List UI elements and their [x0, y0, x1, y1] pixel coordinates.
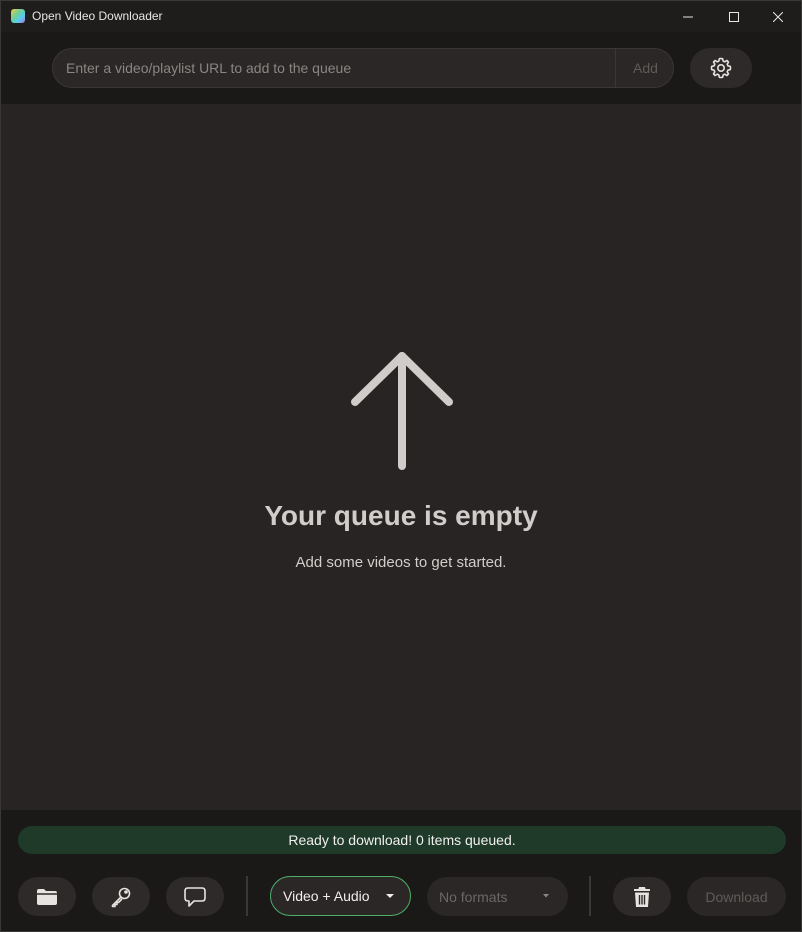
chevron-down-icon: [386, 894, 394, 898]
toolbar-divider: [246, 876, 248, 916]
status-message: Ready to download! 0 items queued.: [288, 832, 516, 848]
close-icon: [773, 11, 783, 22]
maximize-button[interactable]: [711, 1, 757, 32]
status-bar: Ready to download! 0 items queued.: [18, 826, 786, 854]
minimize-button[interactable]: [665, 1, 711, 32]
format-select[interactable]: Video + Audio: [270, 876, 411, 916]
app-window: Open Video Downloader Add Your queue: [0, 0, 802, 932]
url-input-group: Add: [52, 48, 674, 88]
quality-select-value: No formats: [439, 888, 508, 905]
empty-queue-title: Your queue is empty: [264, 500, 538, 531]
title-bar: Open Video Downloader: [1, 1, 801, 32]
toolbar-divider: [589, 876, 591, 916]
open-folder-button[interactable]: [18, 877, 76, 916]
maximize-icon: [729, 11, 739, 22]
arrow-up-icon: [351, 352, 453, 470]
feedback-button[interactable]: [166, 877, 224, 916]
key-icon: [111, 887, 131, 907]
url-toolbar: Add: [1, 32, 801, 104]
format-select-value: Video + Audio: [283, 888, 370, 904]
add-button[interactable]: Add: [615, 49, 673, 87]
chevron-down-icon: [543, 894, 549, 898]
empty-queue-subtitle: Add some videos to get started.: [295, 554, 507, 571]
clear-queue-button[interactable]: [613, 877, 671, 916]
close-button[interactable]: [755, 1, 801, 32]
minimize-icon: [683, 16, 693, 17]
window-title: Open Video Downloader: [32, 9, 163, 23]
trash-icon: [634, 886, 650, 907]
quality-select[interactable]: No formats: [427, 877, 568, 916]
folder-icon: [37, 888, 57, 905]
queue-area: Your queue is empty Add some videos to g…: [1, 104, 801, 810]
comment-icon: [184, 886, 206, 907]
auth-key-button[interactable]: [92, 877, 150, 916]
app-logo-icon: [11, 9, 25, 23]
url-input[interactable]: [53, 49, 615, 87]
gear-icon: [710, 57, 732, 79]
download-button[interactable]: Download: [687, 877, 786, 916]
settings-button[interactable]: [690, 48, 752, 88]
bottom-panel: Ready to download! 0 items queued. Video…: [1, 810, 801, 931]
